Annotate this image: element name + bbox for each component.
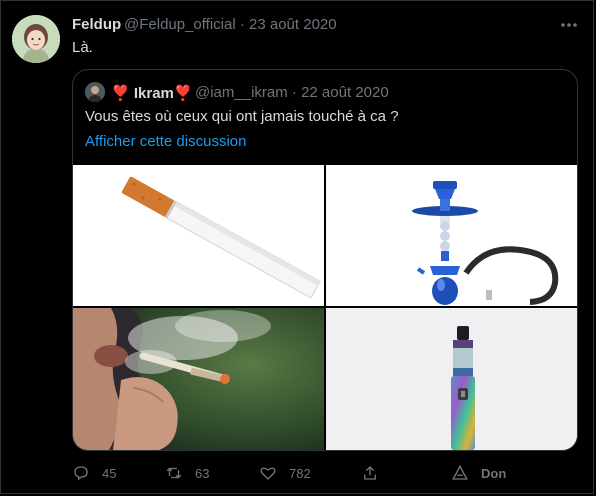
donate-label: Don <box>481 465 507 481</box>
retweet-icon <box>166 467 182 479</box>
image-hookah[interactable] <box>326 165 577 306</box>
tweet-text: Là. <box>72 39 93 56</box>
author-avatar[interactable] <box>12 15 60 63</box>
quoted-author-avatar[interactable] <box>85 82 105 102</box>
author-name[interactable]: Feldup <box>72 16 121 33</box>
reply-button[interactable]: 45 <box>72 462 116 484</box>
donate-icon <box>452 464 468 480</box>
quoted-tweet-text: Vous êtes où ceux qui ont jamais touché … <box>85 108 399 125</box>
like-icon <box>260 467 276 480</box>
author-handle-date[interactable]: @Feldup_official · 23 août 2020 <box>124 16 337 33</box>
tweet-actions: 45 63 782 Don <box>72 462 578 484</box>
more-icon[interactable] <box>558 14 580 36</box>
retweet-button[interactable]: 63 <box>165 462 209 484</box>
retweet-count: 63 <box>195 465 210 481</box>
image-joint-smoking[interactable] <box>73 308 324 450</box>
reply-count: 45 <box>102 465 117 481</box>
media-grid <box>73 165 577 450</box>
share-icon <box>364 466 376 480</box>
donate-button[interactable]: Don <box>451 462 506 484</box>
image-vape-pen[interactable] <box>326 308 577 450</box>
like-button[interactable]: 782 <box>259 462 311 484</box>
like-count: 782 <box>289 465 311 481</box>
image-cigarette[interactable] <box>73 165 324 306</box>
quoted-author-name[interactable]: ❣️ Ikram❣️ <box>111 84 193 102</box>
share-button[interactable] <box>361 462 391 484</box>
quoted-tweet[interactable]: ❣️ Ikram❣️ @iam__ikram · 22 août 2020 Vo… <box>72 69 578 451</box>
reply-icon <box>74 466 88 481</box>
show-thread-link[interactable]: Afficher cette discussion <box>85 133 246 150</box>
quoted-author-handle-date[interactable]: @iam__ikram · 22 août 2020 <box>195 84 389 101</box>
